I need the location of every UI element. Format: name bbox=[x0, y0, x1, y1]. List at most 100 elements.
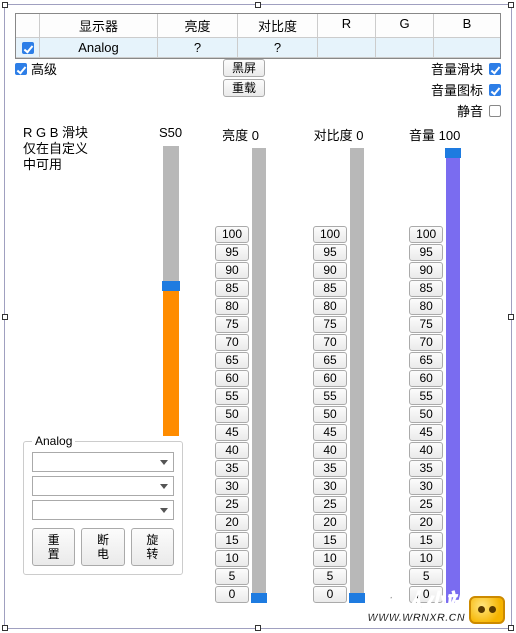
volume-fill bbox=[446, 148, 460, 603]
step-button-100[interactable]: 100 bbox=[409, 226, 443, 243]
resize-handle[interactable] bbox=[508, 2, 514, 8]
contrast-slider[interactable] bbox=[350, 148, 364, 603]
step-button-40[interactable]: 40 bbox=[215, 442, 249, 459]
step-button-100[interactable]: 100 bbox=[313, 226, 347, 243]
step-button-20[interactable]: 20 bbox=[215, 514, 249, 531]
checkbox-icon[interactable] bbox=[22, 42, 34, 54]
step-button-30[interactable]: 30 bbox=[313, 478, 347, 495]
checkbox-icon[interactable] bbox=[489, 63, 501, 75]
checkbox-icon[interactable] bbox=[15, 63, 27, 75]
step-button-55[interactable]: 55 bbox=[215, 388, 249, 405]
step-button-70[interactable]: 70 bbox=[409, 334, 443, 351]
step-button-55[interactable]: 55 bbox=[409, 388, 443, 405]
analog-combo-1[interactable] bbox=[32, 452, 174, 472]
volume-icon-option[interactable]: 音量图标 bbox=[431, 80, 501, 99]
step-button-35[interactable]: 35 bbox=[409, 460, 443, 477]
step-button-95[interactable]: 95 bbox=[409, 244, 443, 261]
step-button-10[interactable]: 10 bbox=[409, 550, 443, 567]
step-button-85[interactable]: 85 bbox=[313, 280, 347, 297]
brightness-slider[interactable] bbox=[252, 148, 266, 603]
step-button-30[interactable]: 30 bbox=[215, 478, 249, 495]
step-button-0[interactable]: 0 bbox=[215, 586, 249, 603]
step-button-25[interactable]: 25 bbox=[215, 496, 249, 513]
step-button-65[interactable]: 65 bbox=[313, 352, 347, 369]
resize-handle[interactable] bbox=[2, 2, 8, 8]
step-button-50[interactable]: 50 bbox=[409, 406, 443, 423]
power-button[interactable]: 断电 bbox=[81, 528, 124, 566]
checkbox-icon[interactable] bbox=[489, 84, 501, 96]
reload-button[interactable]: 重载 bbox=[223, 79, 265, 97]
resize-handle[interactable] bbox=[255, 2, 261, 8]
step-button-45[interactable]: 45 bbox=[215, 424, 249, 441]
step-button-40[interactable]: 40 bbox=[409, 442, 443, 459]
step-button-40[interactable]: 40 bbox=[313, 442, 347, 459]
step-button-60[interactable]: 60 bbox=[409, 370, 443, 387]
row-checkbox-cell[interactable] bbox=[16, 38, 40, 58]
step-button-20[interactable]: 20 bbox=[409, 514, 443, 531]
step-button-95[interactable]: 95 bbox=[215, 244, 249, 261]
step-button-0[interactable]: 0 bbox=[313, 586, 347, 603]
contrast-thumb[interactable] bbox=[349, 593, 365, 603]
resize-handle[interactable] bbox=[508, 625, 514, 631]
step-button-65[interactable]: 65 bbox=[215, 352, 249, 369]
step-button-75[interactable]: 75 bbox=[313, 316, 347, 333]
step-button-90[interactable]: 90 bbox=[313, 262, 347, 279]
advanced-toggle[interactable]: 高级 bbox=[15, 59, 57, 78]
step-button-5[interactable]: 5 bbox=[409, 568, 443, 585]
step-button-30[interactable]: 30 bbox=[409, 478, 443, 495]
step-button-70[interactable]: 70 bbox=[313, 334, 347, 351]
step-button-55[interactable]: 55 bbox=[313, 388, 347, 405]
step-button-85[interactable]: 85 bbox=[409, 280, 443, 297]
step-button-35[interactable]: 35 bbox=[215, 460, 249, 477]
resize-handle[interactable] bbox=[2, 314, 8, 320]
step-button-100[interactable]: 100 bbox=[215, 226, 249, 243]
step-button-45[interactable]: 45 bbox=[313, 424, 347, 441]
step-button-60[interactable]: 60 bbox=[215, 370, 249, 387]
rotate-button[interactable]: 旋转 bbox=[131, 528, 174, 566]
step-button-0[interactable]: 0 bbox=[409, 586, 443, 603]
checkbox-icon[interactable] bbox=[489, 105, 501, 117]
s50-slider[interactable] bbox=[163, 146, 179, 436]
step-button-25[interactable]: 25 bbox=[409, 496, 443, 513]
step-button-80[interactable]: 80 bbox=[215, 298, 249, 315]
step-button-80[interactable]: 80 bbox=[409, 298, 443, 315]
resize-handle[interactable] bbox=[508, 314, 514, 320]
step-button-5[interactable]: 5 bbox=[313, 568, 347, 585]
step-button-80[interactable]: 80 bbox=[313, 298, 347, 315]
step-button-70[interactable]: 70 bbox=[215, 334, 249, 351]
step-button-90[interactable]: 90 bbox=[215, 262, 249, 279]
volume-slider-option[interactable]: 音量滑块 bbox=[431, 59, 501, 78]
mute-option[interactable]: 静音 bbox=[457, 101, 501, 120]
s50-thumb[interactable] bbox=[162, 281, 180, 291]
step-button-95[interactable]: 95 bbox=[313, 244, 347, 261]
resize-handle[interactable] bbox=[255, 625, 261, 631]
volume-thumb[interactable] bbox=[445, 148, 461, 158]
step-button-15[interactable]: 15 bbox=[409, 532, 443, 549]
step-button-10[interactable]: 10 bbox=[313, 550, 347, 567]
analog-combo-3[interactable] bbox=[32, 500, 174, 520]
step-button-15[interactable]: 15 bbox=[313, 532, 347, 549]
step-button-25[interactable]: 25 bbox=[313, 496, 347, 513]
step-button-45[interactable]: 45 bbox=[409, 424, 443, 441]
step-button-5[interactable]: 5 bbox=[215, 568, 249, 585]
step-button-20[interactable]: 20 bbox=[313, 514, 347, 531]
step-button-60[interactable]: 60 bbox=[313, 370, 347, 387]
volume-slider[interactable] bbox=[446, 148, 460, 603]
step-button-85[interactable]: 85 bbox=[215, 280, 249, 297]
step-button-90[interactable]: 90 bbox=[409, 262, 443, 279]
reset-button[interactable]: 重置 bbox=[32, 528, 75, 566]
step-button-15[interactable]: 15 bbox=[215, 532, 249, 549]
brightness-thumb[interactable] bbox=[251, 593, 267, 603]
step-button-50[interactable]: 50 bbox=[313, 406, 347, 423]
step-button-75[interactable]: 75 bbox=[215, 316, 249, 333]
table-row[interactable]: Analog ? ? bbox=[16, 38, 500, 58]
step-button-50[interactable]: 50 bbox=[215, 406, 249, 423]
black-screen-button[interactable]: 黑屏 bbox=[223, 59, 265, 77]
step-button-10[interactable]: 10 bbox=[215, 550, 249, 567]
analog-combo-2[interactable] bbox=[32, 476, 174, 496]
step-button-75[interactable]: 75 bbox=[409, 316, 443, 333]
s50-fill bbox=[163, 291, 179, 436]
step-button-35[interactable]: 35 bbox=[313, 460, 347, 477]
step-button-65[interactable]: 65 bbox=[409, 352, 443, 369]
resize-handle[interactable] bbox=[2, 625, 8, 631]
